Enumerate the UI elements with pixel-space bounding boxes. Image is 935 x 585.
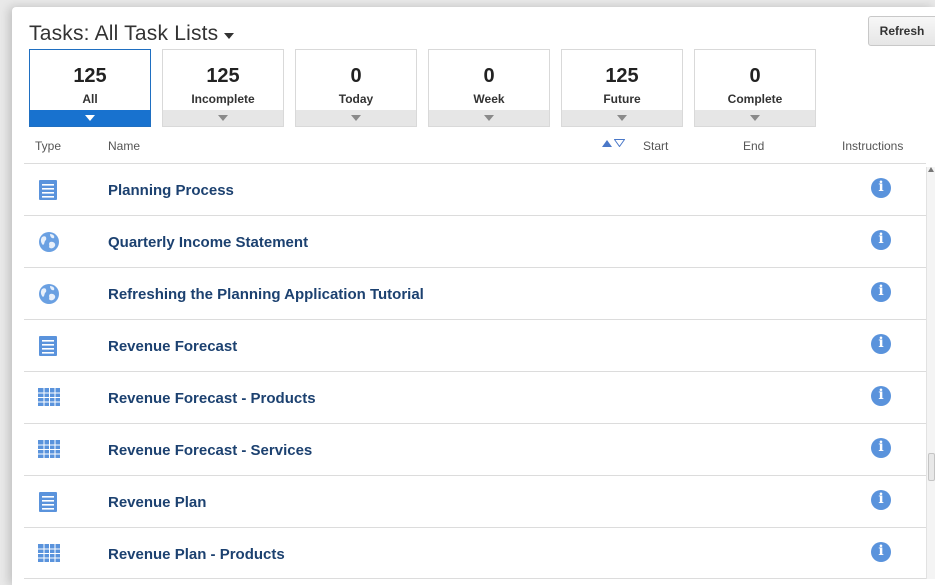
filter-dropdown[interactable]	[296, 110, 416, 126]
filter-count: 0	[483, 65, 495, 87]
form-icon	[38, 335, 58, 357]
column-header-name[interactable]: Name	[108, 139, 140, 153]
task-list-panel: Tasks: All Task Lists Refresh 125 All 12…	[12, 7, 935, 585]
filter-dropdown[interactable]	[30, 110, 150, 126]
sort-descending-icon[interactable]	[614, 139, 625, 147]
info-icon[interactable]: i	[871, 386, 891, 406]
filter-count: 125	[73, 65, 107, 87]
info-icon[interactable]: i	[871, 334, 891, 354]
filter-dropdown[interactable]	[163, 110, 283, 126]
caret-down-icon	[85, 115, 95, 121]
task-row[interactable]: Revenue Forecast - Products i	[24, 371, 926, 423]
task-row[interactable]: Revenue Forecast - Services i	[24, 423, 926, 475]
vertical-scrollbar[interactable]	[926, 167, 935, 579]
info-glyph: i	[878, 491, 884, 507]
task-list: Planning Process i Quarterly Income Statem…	[24, 163, 926, 579]
filter-dropdown[interactable]	[695, 110, 815, 126]
globe-icon	[38, 231, 59, 253]
task-name-link[interactable]: Revenue Forecast	[108, 338, 237, 355]
page-title: Tasks: All Task Lists	[29, 22, 219, 45]
filter-tile-future[interactable]: 125 Future	[561, 49, 683, 127]
column-header-start[interactable]: Start	[643, 139, 668, 153]
info-glyph: i	[878, 283, 884, 299]
caret-down-icon	[218, 115, 228, 121]
filter-label: Complete	[727, 92, 783, 106]
caret-down-icon	[617, 115, 627, 121]
column-header-end[interactable]: End	[743, 139, 764, 153]
info-glyph: i	[878, 335, 884, 351]
filter-tile-complete[interactable]: 0 Complete	[694, 49, 816, 127]
filter-label: All	[82, 92, 98, 106]
filter-tile-incomplete[interactable]: 125 Incomplete	[162, 49, 284, 127]
filter-label: Incomplete	[191, 92, 255, 106]
column-header-instructions[interactable]: Instructions	[842, 139, 903, 153]
info-icon[interactable]: i	[871, 438, 891, 458]
info-icon[interactable]: i	[871, 490, 891, 510]
task-name-link[interactable]: Revenue Forecast - Services	[108, 442, 312, 459]
grid-icon	[38, 439, 60, 461]
filter-count: 125	[605, 65, 639, 87]
refresh-button[interactable]: Refresh	[868, 16, 935, 46]
task-row[interactable]: Planning Process i	[24, 163, 926, 215]
info-glyph: i	[878, 439, 884, 455]
task-row[interactable]: Revenue Forecast i	[24, 319, 926, 371]
globe-icon	[38, 283, 59, 305]
form-icon	[38, 491, 58, 513]
grid-icon	[38, 543, 60, 565]
filter-label: Week	[473, 92, 505, 106]
filter-tile-today[interactable]: 0 Today	[295, 49, 417, 127]
caret-down-icon	[351, 115, 361, 121]
filter-count: 125	[206, 65, 240, 87]
info-icon[interactable]: i	[871, 282, 891, 302]
task-name-link[interactable]: Refreshing the Planning Application Tuto…	[108, 286, 424, 303]
info-glyph: i	[878, 543, 884, 559]
task-row[interactable]: Quarterly Income Statement i	[24, 215, 926, 267]
scroll-thumb[interactable]	[928, 453, 935, 481]
task-row[interactable]: Refreshing the Planning Application Tuto…	[24, 267, 926, 319]
sort-control[interactable]	[602, 139, 625, 147]
chevron-down-icon[interactable]	[224, 32, 235, 39]
caret-down-icon	[484, 115, 494, 121]
filter-tiles: 125 All 125 Incomplete 0 Today 0 Week 12…	[29, 49, 827, 127]
title-row[interactable]: Tasks: All Task Lists	[29, 22, 235, 46]
info-icon[interactable]: i	[871, 230, 891, 250]
filter-count: 0	[749, 65, 761, 87]
grid-icon	[38, 387, 60, 409]
task-row[interactable]: Revenue Plan i	[24, 475, 926, 527]
task-name-link[interactable]: Planning Process	[108, 182, 234, 199]
info-glyph: i	[878, 387, 884, 403]
column-header-type[interactable]: Type	[35, 139, 61, 153]
filter-tile-week[interactable]: 0 Week	[428, 49, 550, 127]
task-name-link[interactable]: Revenue Forecast - Products	[108, 390, 316, 407]
scroll-up-icon[interactable]	[928, 167, 934, 172]
task-name-link[interactable]: Revenue Plan	[108, 494, 206, 511]
filter-dropdown[interactable]	[429, 110, 549, 126]
form-icon	[38, 179, 58, 201]
filter-dropdown[interactable]	[562, 110, 682, 126]
info-glyph: i	[878, 231, 884, 247]
task-row[interactable]: Revenue Plan - Products i	[24, 527, 926, 579]
caret-down-icon	[750, 115, 760, 121]
info-icon[interactable]: i	[871, 542, 891, 562]
task-name-link[interactable]: Revenue Plan - Products	[108, 546, 285, 563]
filter-count: 0	[350, 65, 362, 87]
info-glyph: i	[878, 179, 884, 195]
filter-label: Today	[338, 92, 374, 106]
sort-ascending-icon[interactable]	[602, 139, 612, 147]
filter-tile-all[interactable]: 125 All	[29, 49, 151, 127]
task-name-link[interactable]: Quarterly Income Statement	[108, 234, 308, 251]
info-icon[interactable]: i	[871, 178, 891, 198]
filter-label: Future	[603, 92, 641, 106]
